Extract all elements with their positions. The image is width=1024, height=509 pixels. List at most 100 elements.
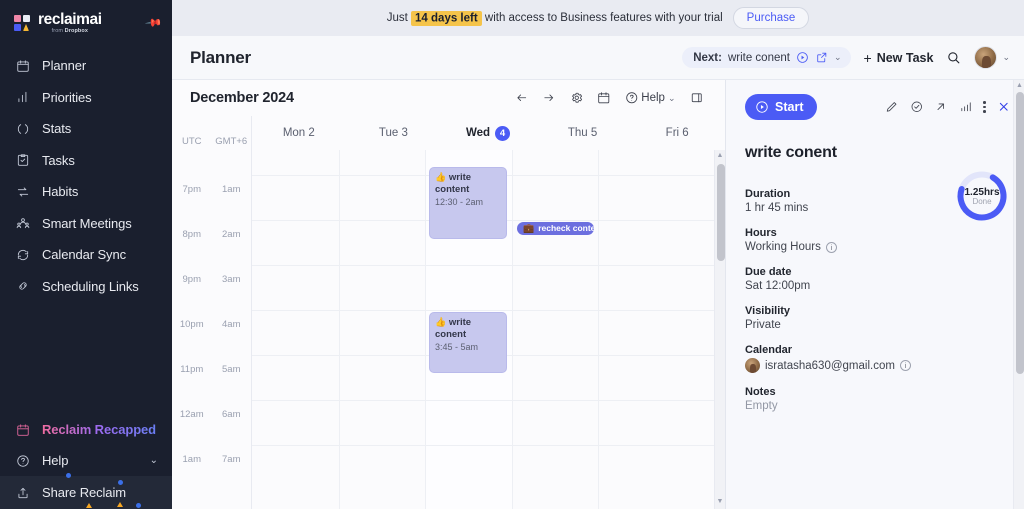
sidebar-item-share-reclaim[interactable]: Share Reclaim: [0, 473, 172, 509]
app-header: Planner Next: write conent ⌄ + New Task …: [172, 36, 1024, 80]
sidebar-bottom: Reclaim Recapped Help ⌄ Share Reclaim: [0, 414, 172, 509]
scroll-up-icon[interactable]: ▲: [717, 150, 724, 161]
sidebar-item-help[interactable]: Help ⌄: [0, 445, 172, 476]
next-arrow-icon[interactable]: [542, 91, 556, 105]
panel-fields: 1.25hrs Done Duration 1 hr 45 mins Hours…: [726, 162, 1024, 509]
app-root: reclaimai from Dropbox 📌 Planner Priorit…: [0, 0, 1024, 509]
search-icon[interactable]: [946, 50, 961, 65]
calendar-grid: 7pm 1am 8pm 2am 9pm 3am 10pm 4am 11pm 5am 12a…: [172, 150, 725, 509]
panel-toggle-icon[interactable]: [690, 91, 704, 105]
event-emoji: 👍: [435, 172, 447, 182]
sidebar-label: Share Reclaim: [42, 485, 126, 500]
day-label: Tue 3: [378, 127, 408, 139]
calendar-recap-icon: [15, 422, 30, 437]
sidebar-item-planner[interactable]: Planner: [0, 50, 172, 82]
field-label: Notes: [745, 386, 776, 398]
sidebar-item-scheduling-links[interactable]: Scheduling Links: [0, 271, 172, 303]
check-circle-icon[interactable]: [910, 100, 924, 114]
time-label-utc: 1am: [182, 454, 201, 465]
gear-icon[interactable]: [570, 91, 584, 105]
stats-icon[interactable]: [959, 100, 973, 114]
next-task-name: write conent: [727, 51, 790, 64]
today-badge: 4: [495, 125, 511, 141]
calendar-icon: [15, 58, 30, 73]
new-task-label: New Task: [876, 50, 934, 65]
open-external-icon[interactable]: [815, 51, 828, 64]
open-external-icon[interactable]: [934, 100, 948, 114]
calendar-tools: Help ⌄: [515, 91, 703, 105]
new-task-button[interactable]: + New Task: [864, 50, 934, 66]
close-icon[interactable]: [997, 100, 1011, 114]
next-task-pill[interactable]: Next: write conent ⌄: [682, 47, 851, 68]
time-label-local: 6am: [222, 409, 241, 420]
chevron-down-icon[interactable]: ⌄: [1002, 52, 1010, 63]
timezone-label: UTC: [181, 136, 202, 147]
sidebar-item-habits[interactable]: Habits: [0, 176, 172, 208]
sidebar-item-tasks[interactable]: Tasks: [0, 145, 172, 177]
avatar: [745, 358, 760, 373]
panel-scrollbar[interactable]: ▲: [1013, 80, 1024, 509]
sidebar-item-smart-meetings[interactable]: Smart Meetings: [0, 208, 172, 240]
field-hours: Hours Working Hours i: [745, 227, 1005, 253]
sidebar-label: Scheduling Links: [42, 278, 139, 294]
calendar-event[interactable]: 👍 write content 12:30 - 2am: [429, 167, 507, 239]
sidebar-label: Priorities: [42, 89, 92, 105]
user-menu[interactable]: ⌄: [974, 46, 1010, 69]
sidebar-item-reclaim-recapped[interactable]: Reclaim Recapped: [0, 414, 172, 445]
sidebar-item-stats[interactable]: Stats: [0, 113, 172, 145]
info-icon[interactable]: i: [899, 360, 911, 371]
field-label: Calendar: [745, 344, 793, 356]
start-button[interactable]: Start: [745, 94, 818, 120]
info-icon[interactable]: i: [825, 241, 837, 253]
calendar-event[interactable]: 👍 write conent 3:45 - 5am: [429, 312, 507, 373]
plus-icon: +: [863, 49, 872, 66]
sidebar-label: Tasks: [42, 152, 75, 168]
field-label: Due date: [745, 266, 792, 278]
field-value: Working Hours i: [745, 241, 1005, 253]
calendar-slots[interactable]: 👍 write content 12:30 - 2am 💼 recheck co…: [252, 150, 714, 509]
timezone-label: GMT+6: [215, 136, 248, 147]
chevron-down-icon[interactable]: ⌄: [668, 93, 676, 104]
sidebar-label: Habits: [42, 184, 79, 200]
calendar-view-icon[interactable]: [597, 91, 611, 105]
edit-icon[interactable]: [885, 100, 899, 114]
day-label: Wed: [465, 127, 491, 139]
calendar-help-button[interactable]: Help ⌄: [625, 91, 676, 105]
page-title: Planner: [190, 47, 251, 67]
event-time: 12:30 - 2am: [435, 197, 484, 208]
time-label-local: 2am: [222, 229, 241, 240]
sidebar-item-priorities[interactable]: Priorities: [0, 82, 172, 114]
header-actions: Next: write conent ⌄ + New Task ⌄: [682, 46, 1010, 69]
day-header-tue[interactable]: Tue 3: [347, 116, 442, 150]
time-label-utc: 7pm: [182, 184, 201, 195]
pin-icon[interactable]: 📌: [144, 14, 162, 32]
main-area: Just 14 days left with access to Busines…: [172, 0, 1024, 509]
scroll-down-icon[interactable]: ▼: [717, 496, 724, 507]
calendar-month-label: December 2024: [190, 90, 294, 106]
day-header-mon[interactable]: Mon 2: [252, 116, 347, 150]
day-header-thu[interactable]: Thu 5: [536, 116, 631, 150]
scrollbar-thumb[interactable]: [716, 164, 725, 261]
sidebar-label: Stats: [42, 121, 72, 137]
calendar-and-panel: December 2024 Help ⌄ UTC GMT+6 Mon 2 Tue…: [172, 80, 1024, 509]
day-header-wed-today[interactable]: Wed 4: [441, 116, 536, 150]
purchase-button[interactable]: Purchase: [732, 7, 810, 29]
avatar[interactable]: [974, 46, 998, 69]
prev-arrow-icon[interactable]: [515, 91, 529, 105]
repeat-icon: [15, 184, 30, 199]
chevron-down-icon[interactable]: ⌄: [834, 52, 842, 63]
scroll-up-icon[interactable]: ▲: [1016, 82, 1023, 89]
chevron-down-icon[interactable]: ⌄: [150, 455, 158, 466]
time-label-local: 7am: [222, 454, 241, 465]
day-label: Fri 6: [665, 127, 689, 139]
more-icon[interactable]: [983, 101, 986, 113]
scrollbar-thumb[interactable]: [1015, 92, 1024, 374]
play-circle-icon[interactable]: [796, 51, 809, 64]
calendar-scrollbar[interactable]: ▲ ▼: [714, 150, 725, 509]
sidebar-item-calendar-sync[interactable]: Calendar Sync: [0, 239, 172, 271]
calendar-event[interactable]: 💼 recheck conten: [517, 222, 594, 235]
field-value[interactable]: Empty: [745, 400, 1005, 412]
time-label-utc: 8pm: [182, 229, 201, 240]
brand-subtitle: from Dropbox: [51, 28, 88, 34]
day-header-fri[interactable]: Fri 6: [630, 116, 725, 150]
